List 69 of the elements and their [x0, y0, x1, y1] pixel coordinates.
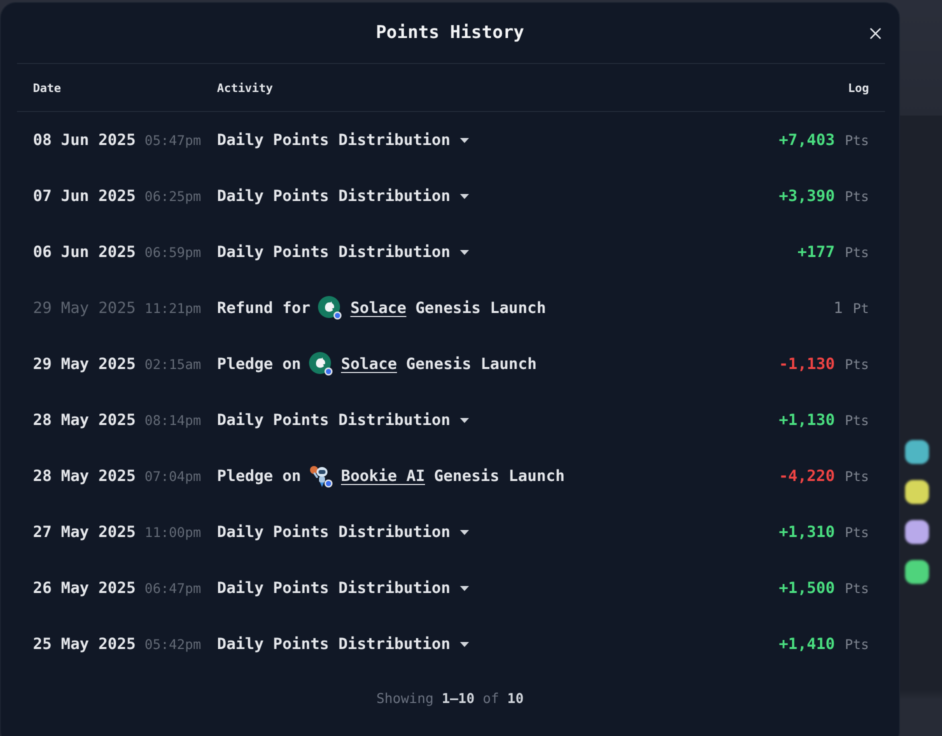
caret-icon [460, 250, 470, 254]
points-unit: Pts [844, 526, 869, 541]
activity-description: Pledge on Bookie AI Genesis Launch [217, 464, 565, 488]
column-header: Activity [217, 80, 274, 94]
time-text: 06:47pm [144, 582, 202, 597]
date-text: 26 May 2025 [33, 579, 136, 597]
points-unit: Pts [844, 190, 869, 205]
caret-icon [460, 138, 470, 142]
close-icon [870, 28, 880, 38]
points-amount: +177 [797, 243, 835, 261]
time-text: 11:21pm [144, 302, 202, 317]
caret-icon [460, 586, 470, 590]
points-unit: Pts [844, 582, 869, 597]
points-unit: Pts [844, 246, 869, 261]
date-text: 07 Jun 2025 [33, 187, 136, 205]
date-text: 25 May 2025 [33, 635, 136, 653]
token-link[interactable]: Solace [350, 299, 406, 317]
points-unit: Pts [844, 638, 869, 653]
activity-dropdown[interactable]: Daily Points Distribution [217, 411, 470, 429]
token-logo-icon [318, 296, 342, 320]
points-amount: +3,390 [778, 187, 835, 205]
caret-icon [460, 194, 470, 198]
date-text: 29 May 2025 [33, 355, 136, 373]
points-unit: Pts [844, 358, 869, 373]
points-amount: +1,130 [778, 411, 835, 429]
activity-dropdown[interactable]: Daily Points Distribution [217, 243, 470, 261]
points-unit: Pts [844, 134, 869, 149]
points-unit: Pts [844, 470, 869, 485]
points-amount: -4,220 [778, 467, 835, 485]
points-amount: +1,500 [778, 579, 835, 597]
activity-dropdown[interactable]: Daily Points Distribution [217, 187, 470, 205]
time-text: 06:59pm [144, 246, 202, 261]
caret-icon [460, 530, 470, 534]
activity-description: Refund for Solace Genesis Launch [217, 296, 546, 320]
caret-icon [460, 642, 470, 646]
token-link[interactable]: Bookie AI [341, 467, 425, 485]
activity-dropdown[interactable]: Daily Points Distribution [217, 131, 470, 149]
time-text: 06:25pm [144, 190, 202, 205]
column-header: Log [848, 80, 869, 94]
time-text: 07:04pm [144, 470, 202, 485]
time-text: 02:15am [144, 358, 202, 373]
points-amount: +1,310 [778, 523, 835, 541]
activity-description: Pledge on Solace Genesis Launch [217, 352, 537, 376]
time-text: 05:47pm [144, 134, 202, 149]
points-unit: Pts [844, 414, 869, 429]
time-text: 11:00pm [144, 526, 202, 541]
date-text: 06 Jun 2025 [33, 243, 136, 261]
column-header: Date [33, 80, 62, 94]
time-text: 05:42pm [144, 638, 202, 653]
date-text: 28 May 2025 [33, 411, 136, 429]
points-amount: 1 [834, 299, 843, 317]
date-text: 08 Jun 2025 [33, 131, 136, 149]
points-amount: -1,130 [778, 355, 835, 373]
date-text: 27 May 2025 [33, 523, 136, 541]
dialog-title: Points History [376, 23, 524, 43]
caret-icon [460, 418, 470, 422]
points-amount: +1,410 [778, 635, 835, 653]
activity-dropdown[interactable]: Daily Points Distribution [217, 523, 470, 541]
token-logo-icon [309, 352, 333, 376]
date-text: 28 May 2025 [33, 467, 136, 485]
activity-dropdown[interactable]: Daily Points Distribution [217, 635, 470, 653]
robot-icon [309, 464, 333, 488]
activity-dropdown[interactable]: Daily Points Distribution [217, 579, 470, 597]
date-text: 29 May 2025 [33, 299, 136, 317]
points-unit: Pt [852, 302, 869, 317]
points-amount: +7,403 [778, 131, 835, 149]
pagination-summary: Showing 1–10 of 10 [376, 691, 524, 707]
time-text: 08:14pm [144, 414, 202, 429]
token-link[interactable]: Solace [341, 355, 397, 373]
